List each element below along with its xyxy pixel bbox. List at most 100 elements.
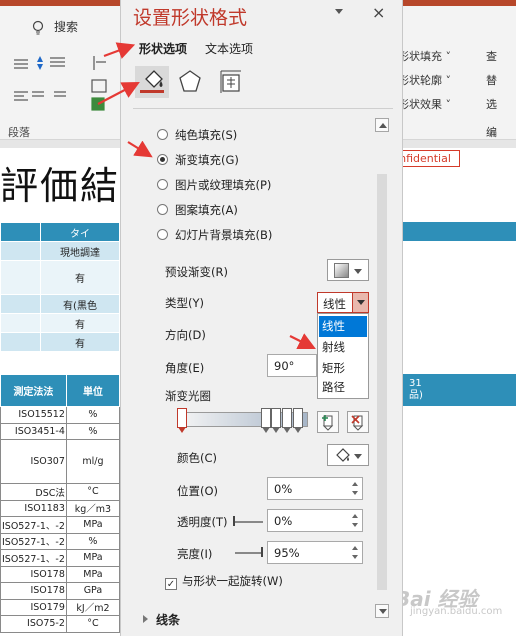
radio-solid-fill[interactable]: 纯色填充(S) — [157, 127, 237, 143]
position-label: 位置(O) — [177, 484, 219, 498]
type-option-linear[interactable]: 线性 — [319, 316, 367, 337]
transparency-slider[interactable] — [233, 521, 263, 523]
summary-table[interactable]: タイ 現地調達 有 有(黒色 有 有 — [0, 222, 120, 352]
scroll-down-button[interactable] — [375, 604, 389, 618]
pane-scrollbar[interactable] — [375, 118, 389, 620]
unit-cell: °C — [65, 483, 121, 501]
spin-up-icon[interactable] — [351, 512, 360, 520]
gradient-stop-handle[interactable] — [177, 408, 187, 434]
spin-down-icon[interactable] — [351, 489, 360, 497]
table-cell — [0, 260, 41, 295]
table-cell — [0, 222, 41, 242]
brightness-label: 亮度(I) — [177, 547, 213, 561]
shape-fill-label: 形状填充 ˅ — [398, 50, 451, 63]
fill-line-icon[interactable] — [135, 66, 169, 98]
line-section-header[interactable]: 线条 — [143, 611, 180, 628]
color-label: 颜色(C) — [177, 451, 218, 465]
table-cell: 有(黒色 — [40, 294, 120, 314]
position-input[interactable]: 0% — [267, 477, 363, 500]
radio-button — [157, 204, 168, 215]
gradient-stop-handle[interactable] — [282, 408, 292, 434]
radio-label: 图案填充(A) — [175, 203, 238, 217]
spin-up-icon[interactable] — [351, 544, 360, 552]
transparency-input[interactable]: 0% — [267, 509, 363, 532]
radio-gradient-fill[interactable]: 渐变填充(G) — [157, 152, 239, 168]
spin-down-icon[interactable] — [351, 553, 360, 561]
size-properties-icon[interactable] — [213, 66, 247, 98]
type-dropdown-list[interactable]: 线性 射线 矩形 路径 — [317, 313, 369, 399]
preset-gradient-label: 预设渐变(R) — [165, 265, 228, 279]
method-cell: ISO3451-4 — [0, 422, 67, 440]
brightness-value: 95% — [274, 546, 300, 560]
color-picker-dropdown[interactable] — [327, 444, 369, 466]
table-row: ISO75-2 °C — [0, 615, 121, 633]
type-option-path[interactable]: 路径 — [319, 377, 367, 398]
type-select-value: 线性 — [323, 297, 346, 311]
brightness-slider[interactable] — [235, 552, 261, 554]
table-row: ISO307 ml/g — [0, 439, 121, 484]
unit-cell: % — [65, 532, 121, 550]
radio-button-selected — [157, 154, 168, 165]
spin-down-icon[interactable] — [351, 521, 360, 529]
shape-outline-button[interactable]: 形状轮廓 ˅ — [398, 72, 451, 88]
close-icon[interactable]: × — [372, 3, 385, 22]
unit-cell: °C — [65, 615, 121, 633]
brightness-input[interactable]: 95% — [267, 541, 363, 564]
method-cell: ISO1183 — [0, 499, 67, 517]
rotate-with-shape-checkbox[interactable]: ✓ 与形状一起旋转(W) — [165, 573, 283, 590]
gradient-stop-handle[interactable] — [271, 408, 281, 434]
watermark-url: jingyan.baidu.com — [410, 606, 503, 617]
shape-outline-label: 形状轮廓 ˅ — [398, 74, 451, 87]
unit-cell: kg／m3 — [65, 499, 121, 517]
unit-cell: GPa — [65, 582, 121, 600]
radio-picture-fill[interactable]: 图片或纹理填充(P) — [157, 177, 271, 193]
radio-pattern-fill[interactable]: 图案填充(A) — [157, 202, 238, 218]
pane-title: 设置形状格式 — [133, 7, 248, 29]
ribbon-group-editing: 编 — [486, 126, 497, 139]
type-option-radial[interactable]: 射线 — [319, 337, 367, 358]
format-shape-pane[interactable]: 设置形状格式 × 形状选项 文本选项 纯色填充(S) 渐变填充(G) 图片或纹理… — [120, 0, 403, 636]
find-button[interactable]: 查 — [486, 48, 497, 64]
scroll-thumb[interactable] — [377, 174, 387, 590]
unit-cell: MPa — [65, 549, 121, 567]
radio-label: 幻灯片背景填充(B) — [175, 228, 273, 242]
scroll-up-button[interactable] — [375, 118, 389, 132]
unit-cell: kJ／m2 — [65, 598, 121, 616]
line-section-label: 线条 — [156, 613, 181, 627]
lightbulb-icon — [30, 20, 46, 36]
unit-cell: % — [65, 422, 121, 440]
gradient-stop-handle[interactable] — [293, 408, 303, 434]
method-cell: ISO178 — [0, 582, 67, 600]
spec-table[interactable]: 測定法法 単位 ISO15512% ISO3451-4% ISO307 ml/g DSC… — [0, 374, 121, 633]
shape-fill-button[interactable]: 形状填充 ˅ — [398, 48, 451, 64]
transparency-slider-knob[interactable] — [233, 516, 235, 526]
radio-background-fill[interactable]: 幻灯片背景填充(B) — [157, 227, 272, 243]
remove-stop-icon[interactable] — [347, 411, 369, 433]
replace-button[interactable]: 替 — [486, 72, 497, 88]
type-option-rectangular[interactable]: 矩形 — [319, 358, 367, 379]
transparency-value: 0% — [274, 514, 293, 528]
tab-shape-options[interactable]: 形状选项 — [139, 40, 187, 57]
angle-input[interactable]: 90° — [267, 354, 317, 377]
gradient-stop-handle[interactable] — [261, 408, 271, 434]
table-row: ISO3451-4% — [0, 422, 121, 440]
preset-gradient-dropdown[interactable] — [327, 259, 369, 281]
rotate-with-shape-label: 与形状一起旋转(W) — [182, 574, 283, 588]
pane-menu-chevron-icon[interactable] — [335, 9, 343, 14]
table-cell — [0, 332, 41, 352]
brightness-slider-knob[interactable] — [261, 547, 263, 557]
select-button[interactable]: 选 — [486, 96, 497, 112]
effects-pentagon-icon[interactable] — [173, 66, 207, 98]
chevron-down-icon[interactable] — [352, 293, 368, 312]
add-stop-icon[interactable] — [317, 411, 339, 433]
method-cell: ISO527-1、-2 — [0, 532, 67, 550]
paragraph-tools-icons[interactable] — [10, 52, 120, 116]
shape-effects-button[interactable]: 形状效果 ˅ — [398, 96, 451, 112]
ribbon-search[interactable]: 搜索 — [30, 18, 78, 36]
column-header-method: 測定法法 — [0, 374, 67, 407]
table-row: ISO1183 kg／m3 — [0, 499, 121, 517]
type-select[interactable]: 线性 — [317, 292, 369, 313]
spin-up-icon[interactable] — [351, 480, 360, 488]
table-cell: 現地調達 — [40, 241, 120, 261]
tab-text-options[interactable]: 文本选项 — [205, 40, 253, 57]
